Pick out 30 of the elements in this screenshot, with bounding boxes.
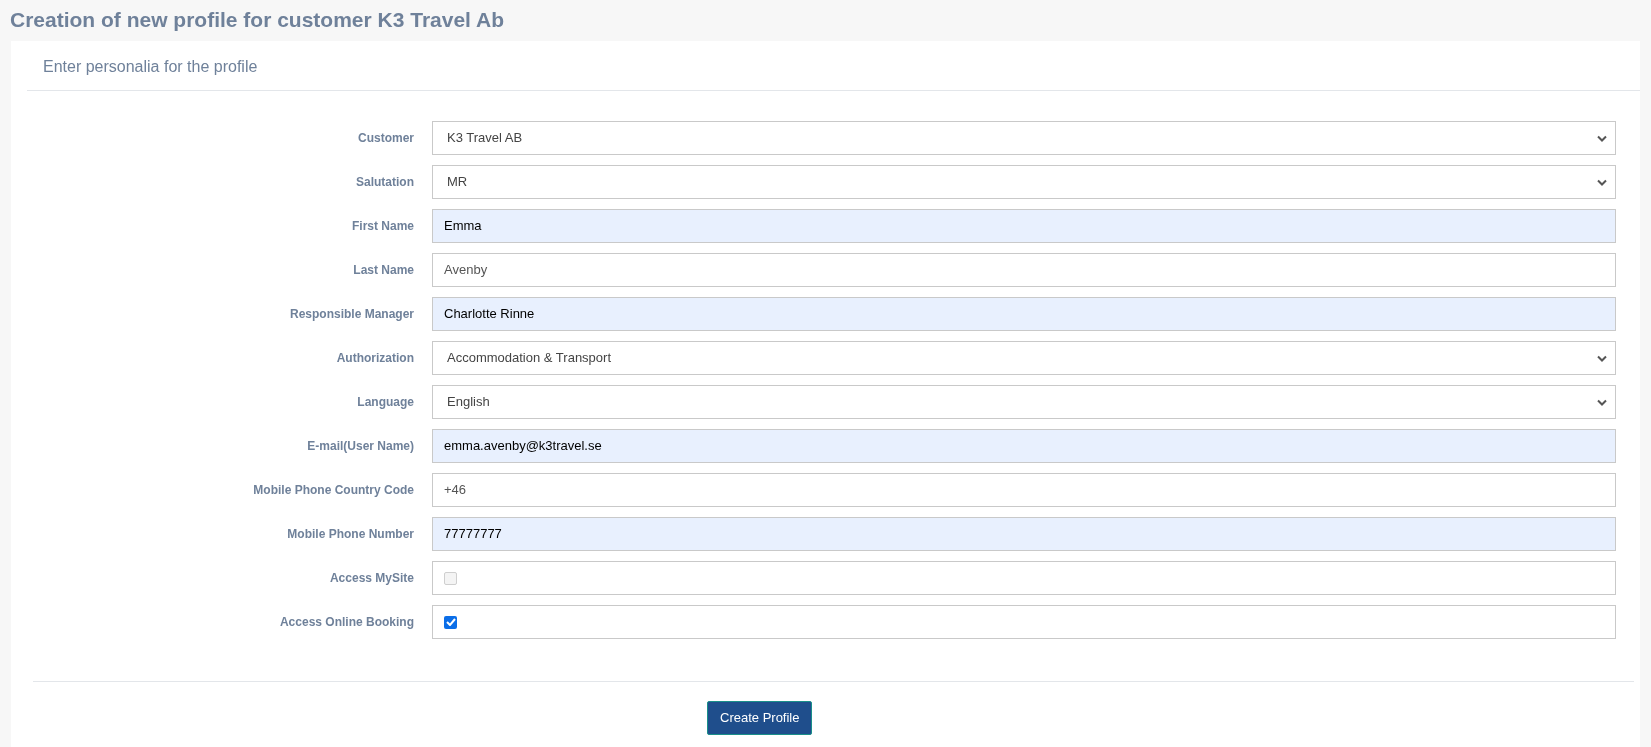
create-profile-button[interactable]: Create Profile (707, 701, 813, 735)
field-label: Mobile Phone Country Code (253, 483, 414, 497)
input-field[interactable]: Emma (432, 209, 1616, 243)
dropdown[interactable]: K3 Travel AB (432, 121, 1616, 155)
chevron-down-icon (1597, 178, 1607, 186)
field-label: First Name (351, 219, 414, 233)
field-label: Access Online Booking (279, 615, 414, 629)
field-label: Last Name (353, 263, 414, 277)
field-label: Language (357, 395, 414, 409)
field-label: Authorization (336, 351, 414, 365)
chevron-down-icon (1597, 354, 1607, 362)
input-field[interactable]: Charlotte Rinne (432, 297, 1616, 331)
page-title: Creation of new profile for customer K3 Travel Ab (9, 7, 505, 33)
input-field[interactable]: 77777777 (432, 517, 1616, 551)
dropdown[interactable]: English (432, 385, 1616, 419)
input-field[interactable]: emma.avenby@k3travel.se (432, 429, 1616, 463)
checkbox[interactable] (444, 615, 457, 629)
dropdown[interactable]: Accommodation & Transport (432, 341, 1616, 375)
field-label: Salutation (356, 175, 414, 189)
input-field[interactable]: Avenby (432, 253, 1616, 287)
field-label: Mobile Phone Number (287, 527, 414, 541)
field-label: Access MySite (329, 571, 414, 585)
chevron-down-icon (1597, 134, 1607, 142)
chevron-down-icon (1597, 398, 1607, 406)
field-label: Customer (358, 131, 414, 145)
input-field[interactable]: +46 (432, 473, 1616, 507)
section-title: Enter personalia for the profile (43, 57, 258, 77)
dropdown[interactable]: MR (432, 165, 1616, 199)
field-label: E-mail(User Name) (307, 439, 414, 453)
field-label: Responsible Manager (289, 307, 414, 321)
